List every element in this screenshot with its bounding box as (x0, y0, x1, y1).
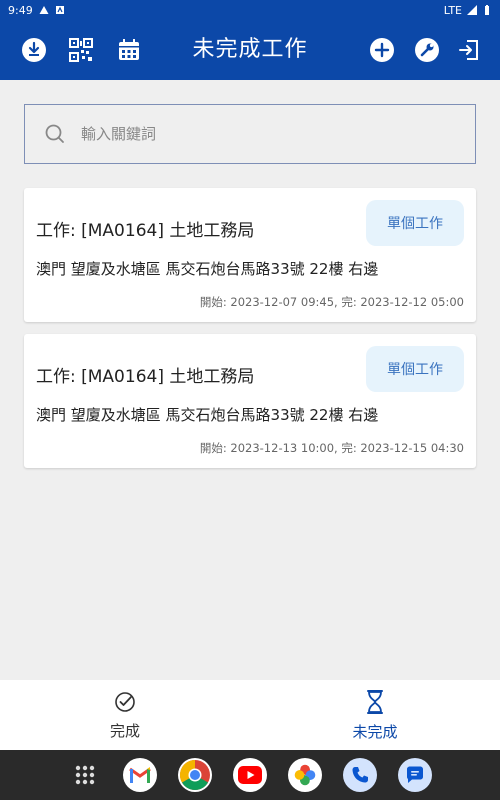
wrench-icon (415, 38, 439, 62)
phone-icon (352, 767, 368, 783)
download-button[interactable] (20, 36, 48, 64)
gmail-icon (129, 767, 151, 783)
task-title: 工作: [MA0164] 土地工務局 (36, 221, 255, 241)
logout-icon (459, 40, 478, 60)
search-box (24, 104, 476, 164)
task-type-badge[interactable]: 單個工作 (366, 346, 464, 392)
phone-app[interactable] (343, 758, 377, 792)
app-bar: 未完成工作 (0, 20, 500, 80)
youtube-app[interactable] (233, 758, 267, 792)
logout-button[interactable] (455, 36, 483, 64)
task-card[interactable]: 工作: [MA0164] 土地工務局 單個工作 澳門 望廈及水塘區 馬交石炮台馬… (24, 188, 476, 322)
status-bar: 9:49 LTE (0, 0, 500, 20)
task-address: 澳門 望廈及水塘區 馬交石炮台馬路33號 22樓 右邊 (36, 260, 379, 278)
chrome-app[interactable] (178, 758, 212, 792)
messages-app[interactable] (398, 758, 432, 792)
tab-done-label: 完成 (109, 721, 140, 740)
tab-pending-label: 未完成 (352, 722, 398, 741)
task-address: 澳門 望廈及水塘區 馬交石炮台馬路33號 22樓 右邊 (36, 406, 379, 424)
search-input[interactable] (81, 125, 441, 143)
warning-icon (39, 6, 49, 14)
bottom-nav: 完成 未完成 (0, 680, 500, 750)
tab-done[interactable]: 完成 (0, 680, 250, 750)
signal-icon (467, 5, 477, 15)
task-time: 開始: 2023-12-07 09:45, 完: 2023-12-12 05:0… (199, 295, 464, 309)
download-icon (22, 38, 46, 62)
calendar-icon (119, 39, 139, 60)
network-label: LTE (443, 3, 462, 17)
apps-grid-icon (75, 765, 95, 785)
tab-pending[interactable]: 未完成 (250, 680, 500, 750)
calendar-button[interactable] (115, 36, 143, 64)
qr-scan-button[interactable] (67, 36, 95, 64)
photos-app[interactable] (288, 758, 322, 792)
system-dock (0, 750, 500, 800)
photos-icon (294, 764, 316, 786)
qr-code-icon (69, 38, 93, 62)
check-circle-icon (115, 691, 135, 712)
task-card[interactable]: 工作: [MA0164] 土地工務局 單個工作 澳門 望廈及水塘區 馬交石炮台馬… (24, 334, 476, 468)
battery-icon (485, 5, 489, 15)
add-button[interactable] (368, 36, 396, 64)
search-icon (45, 124, 64, 143)
settings-button[interactable] (413, 36, 441, 64)
app-notification-icon (55, 6, 64, 14)
status-time: 9:49 (8, 3, 33, 17)
apps-grid-button[interactable] (68, 758, 102, 792)
youtube-icon (238, 766, 262, 784)
gmail-app[interactable] (123, 758, 157, 792)
messages-icon (407, 766, 423, 783)
task-title: 工作: [MA0164] 土地工務局 (36, 367, 255, 387)
chrome-icon (179, 760, 210, 791)
task-time: 開始: 2023-12-13 10:00, 完: 2023-12-15 04:3… (199, 441, 464, 455)
task-type-badge[interactable]: 單個工作 (366, 200, 464, 246)
hourglass-icon (367, 689, 383, 714)
add-circle-icon (370, 38, 394, 62)
